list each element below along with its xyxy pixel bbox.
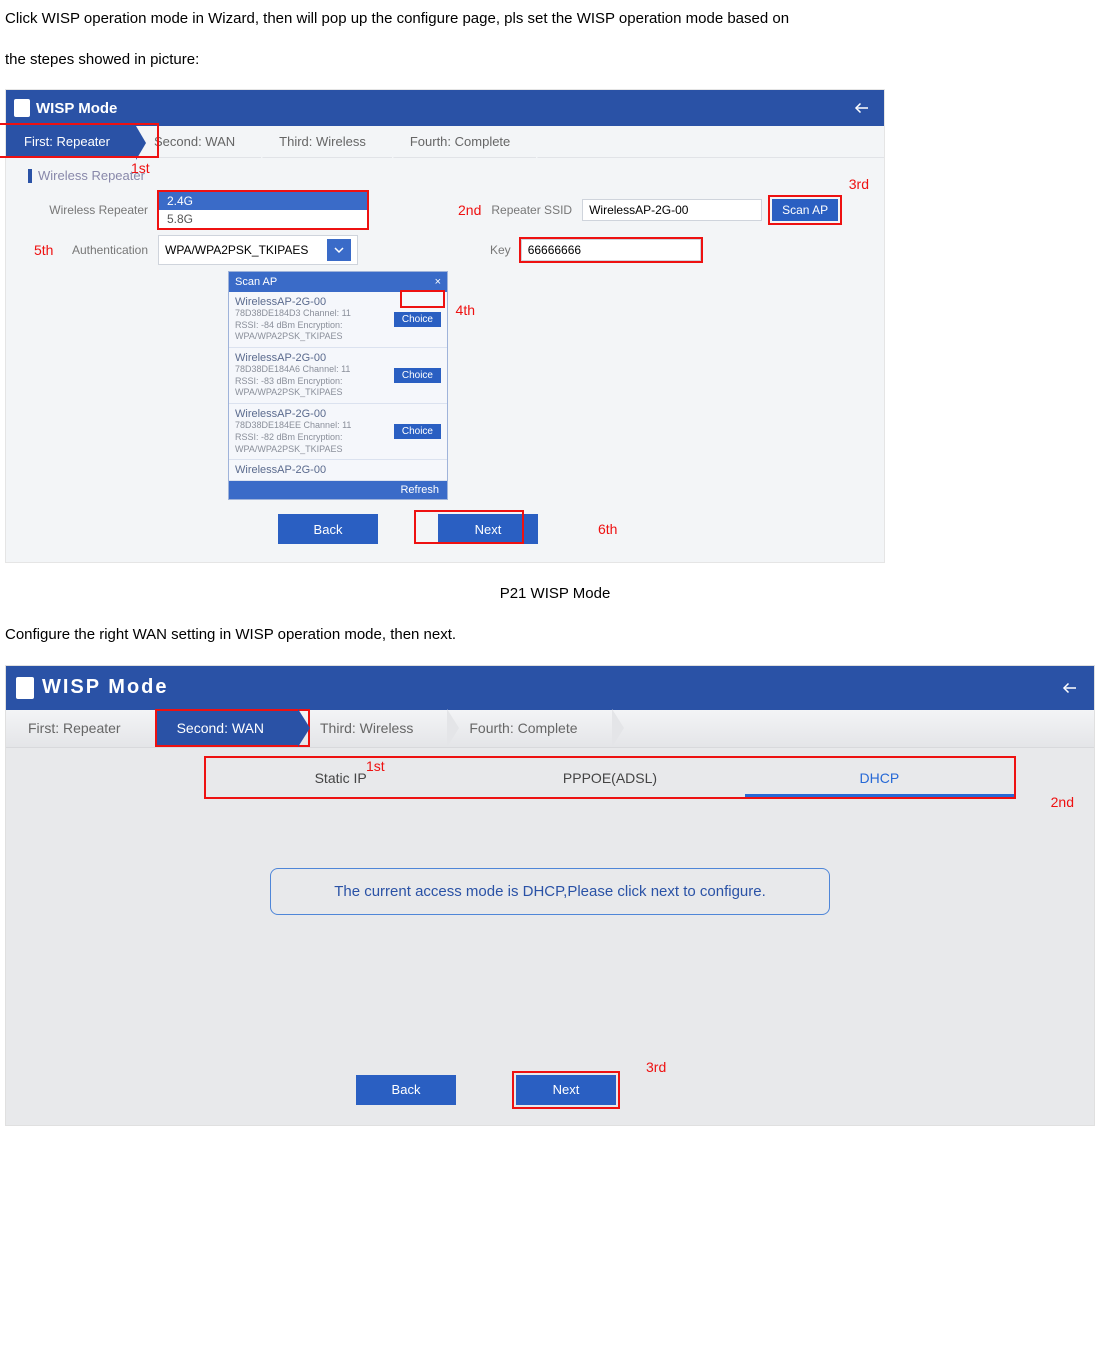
scan-ap-item[interactable]: WirelessAP-2G-0078D38DE184EE Channel: 11… bbox=[229, 404, 447, 460]
anno-box-2 bbox=[157, 190, 369, 230]
back-icon[interactable] bbox=[848, 97, 876, 119]
section-heading: Wireless Repeater bbox=[28, 168, 872, 183]
window-title: WISP Mode bbox=[36, 100, 117, 117]
back-button-2[interactable]: Back bbox=[356, 1075, 456, 1105]
chevron-down-icon bbox=[327, 239, 351, 261]
step-wireless[interactable]: Third: Wireless bbox=[261, 126, 392, 157]
window-title-2: WISP Mode bbox=[42, 676, 169, 699]
anno-2nd: 2nd bbox=[458, 202, 481, 218]
authentication-select[interactable]: WPA/WPA2PSK_TKIPAES bbox=[158, 235, 358, 265]
dhcp-info-message: The current access mode is DHCP,Please c… bbox=[270, 868, 830, 915]
wan-instruction: Configure the right WAN setting in WISP … bbox=[5, 624, 1105, 647]
close-icon[interactable]: × bbox=[435, 276, 441, 288]
anno-5th: 5th bbox=[34, 242, 53, 258]
scan-ap-item[interactable]: WirelessAP-2G-0078D38DE184A6 Channel: 11… bbox=[229, 348, 447, 404]
label-key: Key bbox=[490, 243, 511, 257]
anno2-3rd: 3rd bbox=[646, 1059, 666, 1075]
figure-wisp-mode-2: WISP Mode First: Repeater Second: WAN Th… bbox=[5, 665, 1095, 1126]
back-icon[interactable] bbox=[1056, 677, 1084, 699]
anno-box-2-3 bbox=[512, 1071, 620, 1109]
choice-button[interactable]: Choice bbox=[394, 312, 441, 327]
anno-box-6 bbox=[414, 510, 524, 544]
figure-caption-1: P21 WISP Mode bbox=[5, 585, 1105, 602]
scan-refresh-button[interactable]: Refresh bbox=[229, 481, 447, 499]
anno-6th: 6th bbox=[598, 521, 617, 537]
label-repeater-ssid: Repeater SSID bbox=[491, 203, 572, 217]
anno-box-1 bbox=[0, 123, 159, 158]
repeater-ssid-input[interactable]: WirelessAP-2G-00 bbox=[582, 199, 762, 221]
choice-button[interactable]: Choice bbox=[394, 368, 441, 383]
window-titlebar: WISP Mode bbox=[6, 90, 884, 126]
step-repeater-2[interactable]: First: Repeater bbox=[6, 709, 155, 747]
label-wireless-repeater: Wireless Repeater bbox=[28, 203, 148, 217]
intro-text-2: the stepes showed in picture: bbox=[5, 49, 1105, 72]
band-select[interactable]: 2.4G 5.8G bbox=[158, 191, 368, 229]
step-wan-2[interactable]: Second: WAN bbox=[155, 709, 298, 747]
step-complete[interactable]: Fourth: Complete bbox=[392, 126, 536, 157]
scan-panel-header: Scan AP bbox=[235, 276, 277, 288]
anno-box-2-1 bbox=[155, 709, 310, 747]
step-wireless-2[interactable]: Third: Wireless bbox=[298, 709, 447, 747]
app-icon bbox=[14, 99, 30, 117]
app-icon bbox=[16, 677, 34, 699]
figure-wisp-mode-1: WISP Mode First: Repeater Second: WAN Th… bbox=[5, 89, 885, 563]
anno-box-4 bbox=[400, 290, 445, 308]
scan-ap-item[interactable]: WirelessAP-2G-00 bbox=[229, 460, 447, 481]
anno-3rd: 3rd bbox=[849, 176, 869, 192]
scan-ap-panel: Scan AP × WirelessAP-2G-0078D38DE184D3 C… bbox=[228, 271, 448, 500]
anno2-2nd: 2nd bbox=[1051, 794, 1074, 810]
anno-4th: 4th bbox=[456, 302, 475, 318]
step-complete-2[interactable]: Fourth: Complete bbox=[447, 709, 611, 747]
wizard-steps-2: First: Repeater Second: WAN Third: Wirel… bbox=[6, 710, 1094, 748]
anno-1st: 1st bbox=[131, 160, 150, 176]
anno-box-5 bbox=[519, 237, 703, 263]
intro-text-1: Click WISP operation mode in Wizard, the… bbox=[5, 8, 1105, 31]
key-input[interactable]: 66666666 bbox=[521, 239, 701, 261]
choice-button[interactable]: Choice bbox=[394, 424, 441, 439]
window-titlebar-2: WISP Mode bbox=[6, 666, 1094, 710]
anno-box-3 bbox=[768, 195, 842, 225]
anno-box-2-2 bbox=[204, 756, 1016, 799]
back-button[interactable]: Back bbox=[278, 514, 378, 544]
